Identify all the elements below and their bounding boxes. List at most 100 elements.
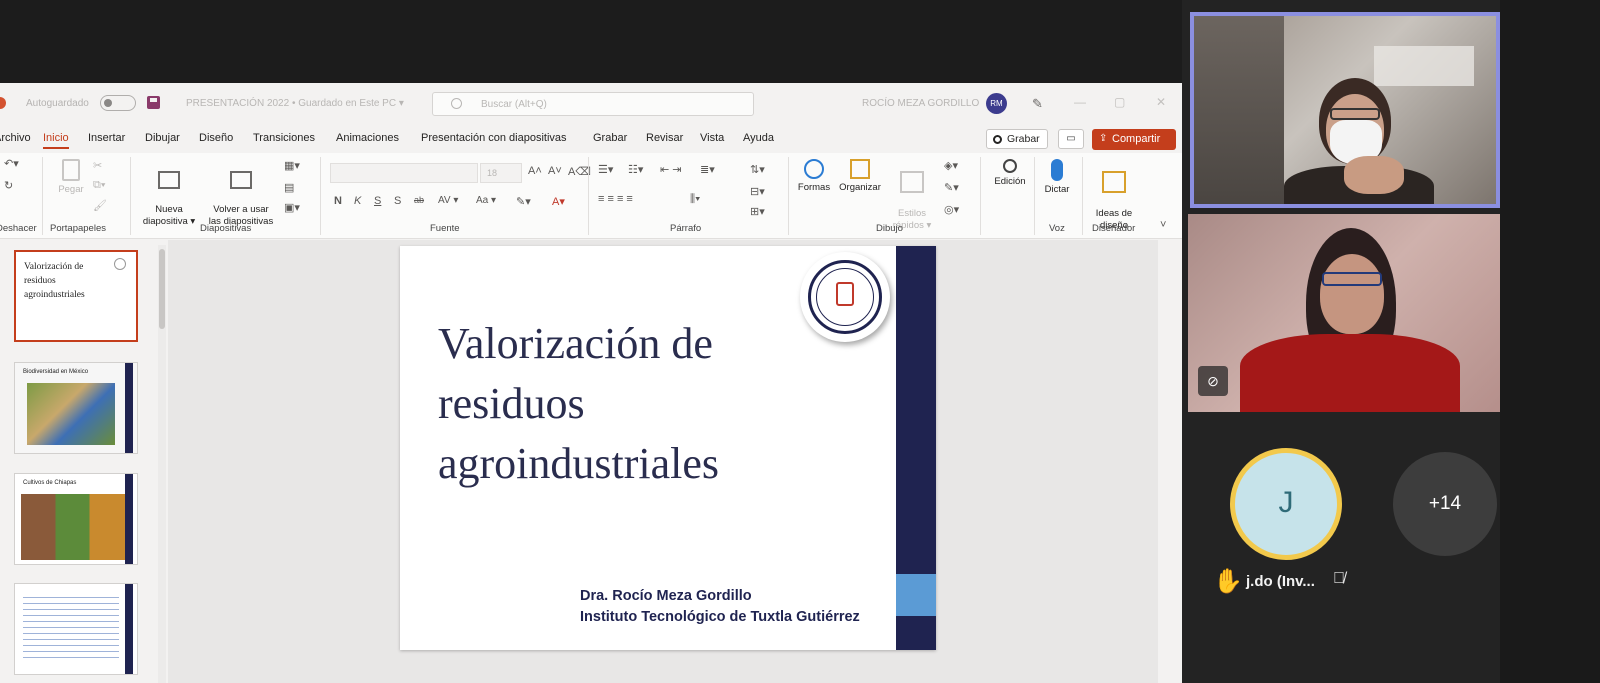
search-input[interactable]: Buscar (Alt+Q) (432, 92, 754, 116)
tab-inicio[interactable]: Inicio (43, 132, 69, 149)
spacing-button[interactable]: AV ▾ (438, 195, 458, 206)
slide-thumbnail-2[interactable]: Biodiversidad en México (14, 362, 138, 454)
editing-button[interactable]: Edición (990, 159, 1030, 188)
font-color-icon[interactable]: A▾ (552, 195, 565, 208)
tab-archivo[interactable]: Archivo (0, 132, 31, 144)
powerpoint-icon (0, 97, 6, 109)
underline-button[interactable]: S (374, 195, 381, 207)
arrange-button[interactable]: Organizar (836, 159, 884, 194)
slide-band-accent (896, 574, 936, 616)
raised-hand-icon: ✋ (1213, 568, 1243, 595)
pen-icon[interactable]: ✎ (1032, 96, 1043, 112)
record-button[interactable]: Grabar (986, 129, 1048, 149)
bullets-icon[interactable]: ☰▾ (598, 163, 613, 176)
autosave-toggle[interactable] (100, 95, 136, 111)
shadow-button[interactable]: S (394, 195, 401, 207)
document-title[interactable]: PRESENTACIÓN 2022 • Guardado en Este PC … (186, 98, 404, 109)
bold-button[interactable]: N (334, 195, 342, 207)
participant-avatar[interactable]: J (1230, 448, 1342, 560)
dictate-button[interactable]: Dictar (1040, 159, 1074, 196)
numbering-icon[interactable]: ☷▾ (628, 163, 643, 176)
participant-video-active-speaker[interactable] (1190, 12, 1500, 208)
shape-fill-icon[interactable]: ◈▾ (944, 159, 958, 172)
title-bar: Autoguardado PRESENTACIÓN 2022 • Guardad… (0, 83, 1182, 123)
thumbnail-band (125, 474, 133, 564)
slide-thumbnail-3[interactable]: Cultivos de Chiapas (14, 473, 138, 565)
slide-author-block[interactable]: Dra. Rocío Meza Gordillo Instituto Tecno… (580, 586, 860, 628)
shapes-button[interactable]: Formas (794, 159, 834, 194)
design-ideas-button[interactable]: Ideas de diseño (1090, 159, 1138, 232)
align-icons[interactable]: ≡ ≡ ≡ ≡ (598, 193, 633, 205)
slide-title[interactable]: Valorización de residuos agroindustriale… (438, 314, 719, 494)
tab-dibujar[interactable]: Dibujar (145, 132, 180, 144)
quick-styles-icon (900, 171, 924, 193)
editing-label: Edición (994, 176, 1026, 187)
shrink-font-icon[interactable]: A˅ (548, 165, 562, 177)
slide-thumbnail-4[interactable] (14, 583, 138, 675)
record-label: Grabar (1007, 133, 1040, 145)
format-painter-icon[interactable]: 🖌 (93, 199, 107, 212)
tab-transiciones[interactable]: Transiciones (253, 132, 315, 144)
text-direction-icon[interactable]: ⇅▾ (750, 163, 765, 176)
tab-presentacion[interactable]: Presentación con diapositivas (421, 132, 567, 144)
tab-ayuda[interactable]: Ayuda (743, 132, 774, 144)
more-participants-button[interactable]: +14 (1393, 452, 1497, 556)
thumbnails-scrollbar[interactable] (158, 245, 166, 683)
redo-icon[interactable]: ↻ (4, 179, 13, 192)
participant-video[interactable]: ⊘ (1188, 214, 1500, 412)
change-case-button[interactable]: Aa ▾ (476, 195, 496, 206)
quick-styles-button[interactable]: Estilos rápidos ▾ (890, 159, 934, 232)
record-icon (993, 135, 1002, 144)
cut-icon[interactable]: ✂ (93, 159, 102, 172)
reuse-slides-button[interactable]: Volver a usar las diapositivas (204, 159, 278, 228)
comments-button[interactable]: ▭ (1058, 129, 1084, 149)
align-text-icon[interactable]: ⊟▾ (750, 185, 765, 198)
participant-shirt (1240, 334, 1460, 412)
reset-icon[interactable]: ▤ (284, 181, 294, 194)
shape-effects-icon[interactable]: ◎▾ (944, 203, 959, 216)
strikethrough-button[interactable]: ab (414, 195, 424, 205)
new-slide-label: Nueva diapositiva ▾ (142, 204, 196, 227)
arrange-label: Organizar (839, 182, 881, 193)
slide-canvas: Valorización de residuos agroindustriale… (168, 240, 1158, 683)
tab-grabar[interactable]: Grabar (593, 132, 627, 144)
tab-animaciones[interactable]: Animaciones (336, 132, 399, 144)
ribbon: ↶▾ ↻ Deshacer Pegar ✂ ⧉▾ 🖌 Portapapeles … (0, 153, 1182, 239)
font-family-select[interactable] (330, 163, 478, 183)
copy-icon[interactable]: ⧉▾ (93, 179, 105, 192)
tab-revisar[interactable]: Revisar (646, 132, 683, 144)
scrollbar-thumb[interactable] (159, 249, 165, 329)
glasses (1322, 272, 1382, 286)
divider (320, 157, 321, 235)
collapse-ribbon-icon[interactable]: ˅ (1160, 219, 1166, 231)
share-button[interactable]: ⇪ Compartir (1092, 129, 1176, 150)
user-name[interactable]: ROCÍO MEZA GORDILLO (862, 98, 979, 109)
new-slide-button[interactable]: Nueva diapositiva ▾ (138, 159, 200, 228)
tab-diseno[interactable]: Diseño (199, 132, 233, 144)
grow-font-icon[interactable]: A˄ (528, 165, 542, 177)
indent-icon[interactable]: ⇤ ⇥ (660, 163, 682, 176)
maximize-button[interactable]: ▢ (1114, 95, 1125, 109)
minimize-button[interactable]: — (1074, 95, 1086, 109)
current-slide[interactable]: Valorización de residuos agroindustriale… (400, 246, 936, 650)
shape-outline-icon[interactable]: ✎▾ (944, 181, 959, 194)
section-icon[interactable]: ▣▾ (284, 201, 300, 214)
tab-vista[interactable]: Vista (700, 132, 724, 144)
highlight-icon[interactable]: ✎▾ (516, 195, 531, 208)
divider (130, 157, 131, 235)
line-spacing-icon[interactable]: ≣▾ (700, 163, 715, 176)
tab-insertar[interactable]: Insertar (88, 132, 125, 144)
smartart-icon[interactable]: ⊞▾ (750, 205, 765, 218)
save-icon[interactable] (147, 96, 160, 109)
undo-icon[interactable]: ↶▾ (4, 157, 19, 170)
microphone-icon (1051, 159, 1063, 181)
italic-button[interactable]: K (354, 195, 361, 207)
paste-button[interactable]: Pegar (54, 159, 88, 196)
find-icon (1003, 159, 1017, 173)
font-size-select[interactable]: 18 (480, 163, 522, 183)
close-button[interactable]: ✕ (1156, 95, 1166, 109)
user-avatar[interactable]: RM (986, 93, 1007, 114)
layout-icon[interactable]: ▦▾ (284, 159, 300, 172)
slide-thumbnail-1[interactable]: Valorización de residuos agroindustriale… (14, 250, 138, 342)
columns-icon[interactable]: ⫼▾ (690, 193, 700, 206)
